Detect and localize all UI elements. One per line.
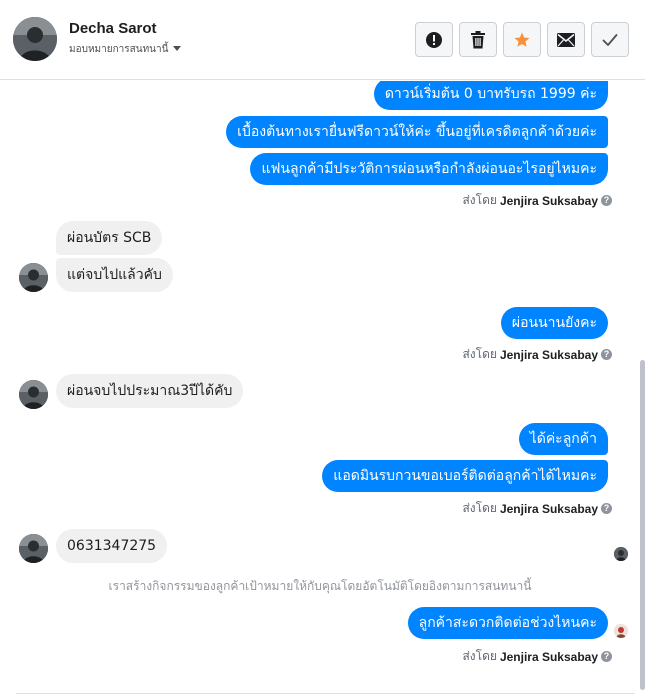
exclamation-icon [426, 31, 442, 48]
mark-unread-button[interactable] [547, 22, 585, 57]
check-icon [602, 33, 618, 46]
sent-by-agent[interactable]: Jenjira Suksabay [500, 502, 598, 516]
outgoing-message[interactable]: แฟนลูกค้ามีประวัติการผ่อนหรือกำลังผ่อนอะ… [250, 153, 608, 185]
sent-by-prefix: ส่งโดย [462, 193, 497, 207]
contact-avatar-small[interactable] [19, 380, 48, 409]
star-button[interactable] [503, 22, 541, 57]
sent-by-label: ส่งโดย Jenjira Suksabay ? [462, 191, 612, 210]
sent-by-label: ส่งโดย Jenjira Suksabay ? [462, 647, 612, 666]
delete-button[interactable] [459, 22, 497, 57]
envelope-icon [557, 32, 575, 47]
assign-conversation-dropdown[interactable]: มอบหมายการสนทนานี้ [69, 42, 182, 57]
outgoing-message[interactable]: แอดมินรบกวนขอเบอร์ติดต่อลูกค้าได้ไหมคะ [322, 460, 608, 492]
contact-name[interactable]: Decha Sarot [69, 20, 157, 37]
caret-down-icon [173, 46, 182, 51]
thread-scrollbar[interactable] [640, 360, 645, 690]
trash-icon [471, 30, 485, 48]
contact-avatar-small[interactable] [19, 263, 48, 292]
outgoing-message[interactable]: ดาวน์เริ่มต้น 0 บาทรับรถ 1999 ค่ะ [373, 81, 608, 110]
conversation-actions [415, 22, 629, 57]
contact-avatar[interactable] [13, 17, 57, 61]
outgoing-message[interactable]: เบื้องต้นทางเรายื่นฟรีดาวน์ให้ค่ะ ขึ้นอย… [226, 116, 608, 148]
contact-avatar-small[interactable] [19, 534, 48, 563]
seen-receipt-avatar [614, 547, 628, 561]
report-button[interactable] [415, 22, 453, 57]
question-icon[interactable]: ? [601, 503, 612, 514]
sent-by-prefix: ส่งโดย [462, 649, 497, 663]
outgoing-message[interactable]: ได้ค่ะลูกค้า [518, 423, 608, 455]
question-icon[interactable]: ? [601, 651, 612, 662]
sent-by-agent[interactable]: Jenjira Suksabay [500, 348, 598, 362]
sent-by-prefix: ส่งโดย [462, 501, 497, 515]
incoming-message[interactable]: ผ่อนจบไปประมาณ3ปีได้คับ [56, 374, 244, 408]
sent-by-prefix: ส่งโดย [462, 347, 497, 361]
system-activity-note: เราสร้างกิจกรรมของลูกค้าเป้าหมายให้กับคุ… [108, 579, 532, 593]
mark-done-button[interactable] [591, 22, 629, 57]
incoming-message[interactable]: 0631347275 [56, 529, 168, 563]
agent-seen-avatar [614, 624, 628, 638]
sent-by-label: ส่งโดย Jenjira Suksabay ? [462, 345, 612, 364]
sent-by-agent[interactable]: Jenjira Suksabay [500, 194, 598, 208]
question-icon[interactable]: ? [601, 349, 612, 360]
assign-conversation-label: มอบหมายการสนทนานี้ [69, 44, 169, 55]
sent-by-label: ส่งโดย Jenjira Suksabay ? [462, 499, 612, 518]
incoming-message[interactable]: แต่จบไปแล้วคับ [56, 258, 173, 292]
question-icon[interactable]: ? [601, 195, 612, 206]
outgoing-message[interactable]: ลูกค้าสะดวกติดต่อช่วงไหนคะ [407, 607, 608, 639]
star-icon [514, 32, 530, 47]
outgoing-message[interactable]: ผ่อนนานยังคะ [500, 307, 608, 339]
incoming-message[interactable]: ผ่อนบัตร SCB [56, 221, 163, 255]
message-thread[interactable]: ดาวน์เริ่มต้น 0 บาทรับรถ 1999 ค่ะ เบื้อง… [0, 81, 640, 691]
conversation-header: Decha Sarot มอบหมายการสนทนานี้ [0, 0, 645, 80]
sent-by-agent[interactable]: Jenjira Suksabay [500, 650, 598, 664]
